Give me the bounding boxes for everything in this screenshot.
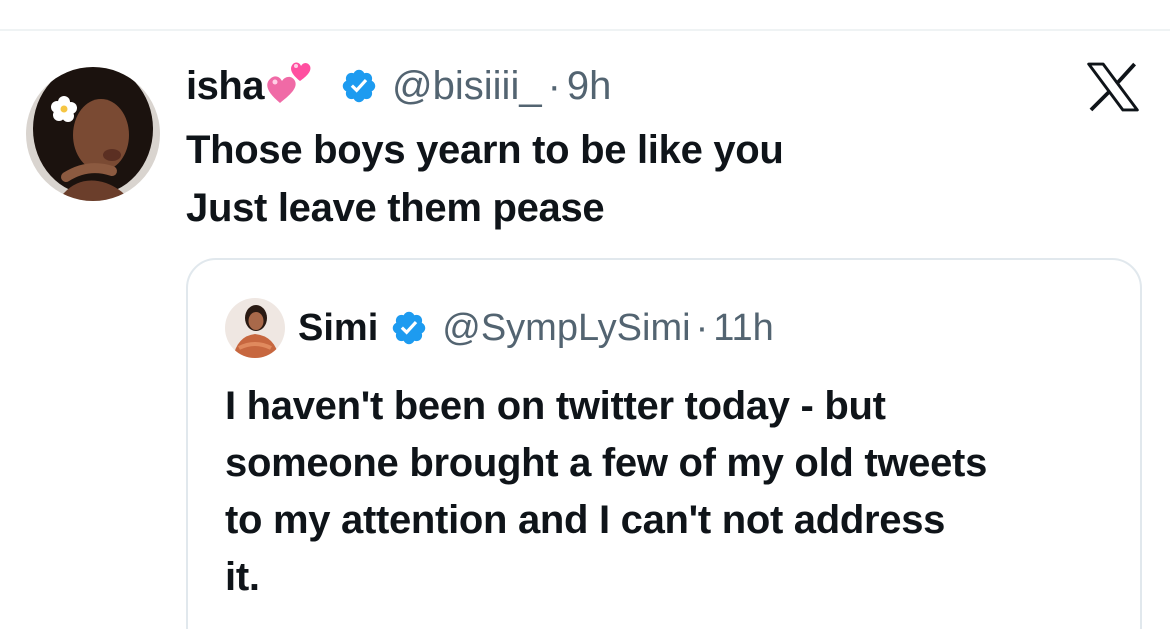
quoted-handle[interactable]: @SympLySimi [442, 307, 690, 350]
quoted-tweet-card[interactable]: Simi @SympLySimi · 11h I haven't been on… [186, 258, 1142, 629]
separator-dot: · [547, 63, 561, 108]
tweet-text-line: Just leave them pease [186, 186, 605, 230]
tweet-text-line: Those boys yearn to be like you [186, 128, 784, 172]
quoted-display-name[interactable]: Simi [298, 307, 378, 350]
x-logo-icon [1087, 62, 1139, 112]
separator-dot: · [695, 306, 709, 349]
avatar[interactable] [26, 67, 160, 201]
quoted-text-line: it. [225, 555, 260, 599]
two-hearts-emoji-icon [267, 62, 311, 103]
handle[interactable]: @bisiiii_ [392, 64, 542, 109]
timestamp[interactable]: 9h [567, 64, 612, 109]
quoted-timestamp[interactable]: 11h [713, 307, 774, 350]
top-divider [0, 29, 1170, 31]
tweet-text: Those boys yearn to be like you Just lea… [186, 121, 784, 237]
display-name[interactable]: isha [186, 64, 265, 109]
quoted-text-line: someone brought a few of my old tweets [225, 441, 988, 485]
quoted-text-line: I haven't been on twitter today - but [225, 384, 886, 428]
verified-badge-icon [393, 311, 426, 345]
quoted-tweet-text: I haven't been on twitter today - but so… [225, 378, 987, 606]
tweet-header: isha @bisiiii_ · 9h [186, 58, 611, 114]
verified-badge-icon [342, 69, 376, 103]
quoted-avatar[interactable] [225, 298, 285, 358]
avatar-image [26, 67, 160, 201]
quoted-text-line: to my attention and I can't not address [225, 498, 946, 542]
quoted-tweet-header: Simi @SympLySimi · 11h [298, 298, 774, 358]
quoted-avatar-image [225, 298, 285, 358]
